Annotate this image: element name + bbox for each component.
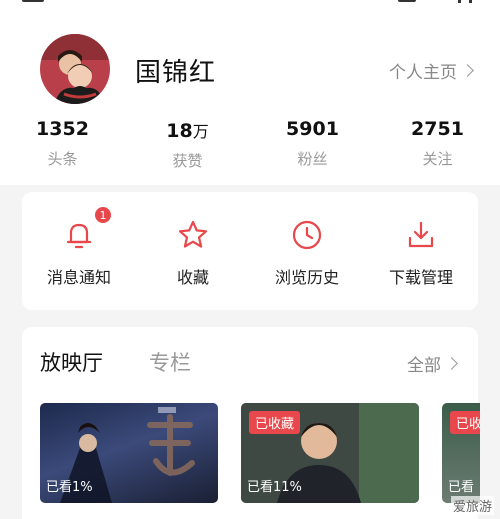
view-all-link[interactable]: 全部: [407, 351, 458, 376]
stat-value: 2751: [375, 118, 500, 140]
chevron-right-icon: [461, 64, 474, 77]
video-card[interactable]: 已收 已看: [442, 403, 480, 503]
collected-badge: 已收: [450, 411, 480, 434]
profile-name: 国锦红: [135, 58, 217, 88]
stat-value: 18万: [125, 118, 250, 142]
stat-number: 1352: [36, 118, 89, 140]
stat-value: 1352: [0, 118, 125, 140]
stats-row: 1352 头条 18万 获赞 5901 粉丝 2751 关注: [0, 118, 500, 171]
notifications-button[interactable]: 1 消息通知: [22, 192, 136, 310]
video-card[interactable]: 已看1%: [40, 403, 218, 503]
watermark: 爱旅游: [450, 496, 494, 515]
scan-icon[interactable]: [398, 0, 416, 2]
stat-unit: 万: [192, 122, 209, 141]
shortcut-panel: 1 消息通知 收藏 浏览历史 下载管理: [22, 192, 478, 310]
view-all-label: 全部: [407, 356, 441, 376]
star-icon: [178, 220, 208, 248]
homepage-label: 个人主页: [389, 63, 457, 83]
history-label: 浏览历史: [274, 268, 339, 287]
stat-number: 2751: [411, 118, 464, 140]
watched-progress: 已看11%: [247, 480, 302, 495]
stat-headlines[interactable]: 1352 头条: [0, 118, 125, 171]
stat-label: 获赞: [172, 152, 203, 170]
stat-label: 头条: [47, 150, 78, 168]
stat-label: 粉丝: [297, 150, 328, 168]
tab-column[interactable]: 专栏: [149, 347, 191, 377]
tab-theater[interactable]: 放映厅: [40, 347, 103, 377]
menu-icon[interactable]: [22, 0, 44, 2]
notifications-label: 消息通知: [46, 268, 111, 287]
download-icon: [408, 221, 434, 248]
video-card-list: 已看1% 已收藏 已看11% 已收 已看: [40, 403, 480, 503]
notification-badge: 1: [94, 206, 112, 224]
theater-section: 放映厅 专栏 全部 已看1% 已收藏 已看11% 已收 已看: [22, 327, 480, 519]
stat-following[interactable]: 2751 关注: [375, 118, 500, 171]
history-button[interactable]: 浏览历史: [250, 192, 364, 310]
profile-header: 国锦红 个人主页 1352 头条 18万 获赞 5901 粉丝 2751 关注: [0, 0, 500, 185]
watched-progress: 已看: [448, 480, 475, 495]
downloads-button[interactable]: 下载管理: [364, 192, 478, 310]
favorites-label: 收藏: [176, 268, 209, 287]
settings-icon[interactable]: [458, 0, 472, 3]
favorites-button[interactable]: 收藏: [136, 192, 250, 310]
watched-progress: 已看1%: [46, 480, 93, 495]
collected-badge: 已收藏: [249, 411, 301, 434]
homepage-link[interactable]: 个人主页: [389, 58, 474, 83]
stat-likes[interactable]: 18万 获赞: [125, 118, 250, 171]
video-card[interactable]: 已收藏 已看11%: [241, 403, 419, 503]
downloads-label: 下载管理: [388, 268, 453, 287]
clock-icon: [292, 220, 322, 250]
chevron-right-icon: [445, 357, 458, 370]
stat-fans[interactable]: 5901 粉丝: [250, 118, 375, 171]
stat-number: 5901: [286, 118, 339, 140]
theater-tabs: 放映厅 专栏: [40, 347, 191, 377]
stat-value: 5901: [250, 118, 375, 140]
top-bar: [0, 0, 500, 8]
avatar[interactable]: [40, 34, 110, 104]
stat-number: 18: [166, 120, 193, 142]
stat-label: 关注: [422, 150, 453, 168]
bell-icon: [66, 223, 92, 249]
